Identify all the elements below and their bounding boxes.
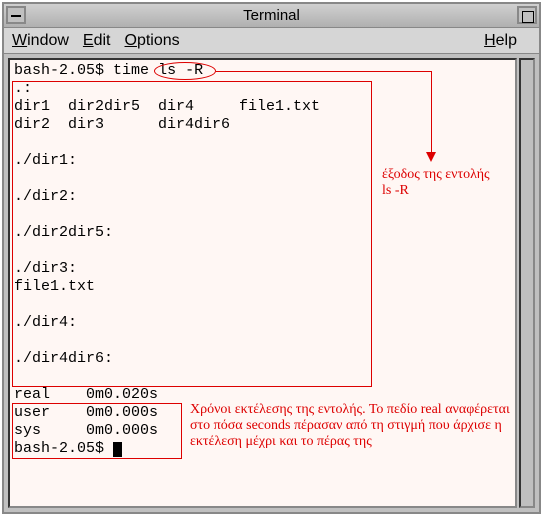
window-menu-icon[interactable] xyxy=(6,6,26,24)
cmd-time: time xyxy=(113,62,149,79)
out-row: dir2 dir3 dir4dir6 xyxy=(14,116,230,133)
time-real: real 0m0.020s xyxy=(14,386,158,403)
scrollbar[interactable] xyxy=(519,58,535,508)
out-row: ./dir2: xyxy=(14,188,77,205)
out-row: ./dir2dir5: xyxy=(14,224,113,241)
out-row: ./dir1: xyxy=(14,152,77,169)
menubar: Window Edit Options Help xyxy=(4,28,539,54)
terminal-window: Terminal Window Edit Options Help bash-2… xyxy=(2,2,541,514)
window-title: Terminal xyxy=(243,7,300,24)
out-row: ./dir3: xyxy=(14,260,77,277)
out-row: file1.txt xyxy=(14,278,95,295)
menu-edit[interactable]: Edit xyxy=(83,32,111,50)
time-user: user 0m0.000s xyxy=(14,404,158,421)
menu-help[interactable]: Help xyxy=(484,32,517,50)
menu-window[interactable]: Window xyxy=(12,32,69,50)
menu-options[interactable]: Options xyxy=(125,32,180,50)
shell-prompt-2: bash-2.05$ xyxy=(14,440,113,457)
out-row: dir1 dir2dir5 dir4 file1.txt xyxy=(14,98,320,115)
out-row: ./dir4: xyxy=(14,314,77,331)
out-row: ./dir4dir6: xyxy=(14,350,113,367)
cursor-icon xyxy=(113,442,122,457)
cmd-ls-r: ls -R xyxy=(158,62,203,79)
shell-prompt: bash-2.05$ xyxy=(14,62,104,79)
maximize-icon[interactable] xyxy=(517,6,537,24)
out-row: .: xyxy=(14,80,32,97)
time-sys: sys 0m0.000s xyxy=(14,422,158,439)
terminal-content[interactable]: bash-2.05$ time ls -R .: dir1 dir2dir5 d… xyxy=(8,58,517,508)
titlebar[interactable]: Terminal xyxy=(4,4,539,28)
